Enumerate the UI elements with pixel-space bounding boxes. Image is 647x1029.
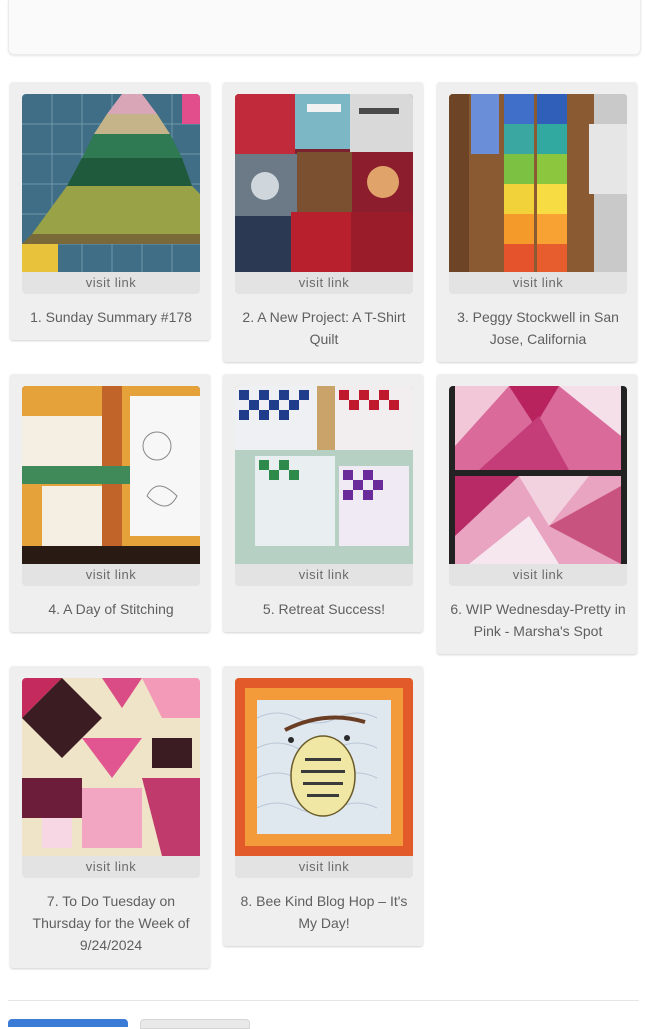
- visit-link[interactable]: visit link: [235, 856, 413, 878]
- thumbnail-image[interactable]: [22, 678, 200, 856]
- link-title[interactable]: 3. Peggy Stockwell in San Jose, Californ…: [445, 306, 631, 350]
- link-title[interactable]: 7. To Do Tuesday on Thursday for the Wee…: [18, 890, 204, 956]
- visit-link[interactable]: visit link: [22, 564, 200, 586]
- thumbnail-image[interactable]: [235, 678, 413, 856]
- secondary-button-stub[interactable]: [140, 1019, 250, 1029]
- link-card: visit link 6. WIP Wednesday-Pretty in Pi…: [437, 374, 637, 654]
- thumbnail-image[interactable]: [449, 386, 627, 564]
- thumbnail-image[interactable]: [235, 386, 413, 564]
- visit-link[interactable]: visit link: [235, 272, 413, 294]
- link-card: visit link 1. Sunday Summary #178: [10, 82, 210, 340]
- thumbnail-image[interactable]: [22, 94, 200, 272]
- thumbnail-image[interactable]: [449, 94, 627, 272]
- visit-link[interactable]: visit link: [449, 272, 627, 294]
- link-card: visit link 5. Retreat Success!: [223, 374, 423, 632]
- divider: [8, 1000, 639, 1001]
- thumbnail-image[interactable]: [22, 386, 200, 564]
- link-title[interactable]: 6. WIP Wednesday-Pretty in Pink - Marsha…: [445, 598, 631, 642]
- link-title[interactable]: 2. A New Project: A T-Shirt Quilt: [231, 306, 417, 350]
- link-card: visit link 4. A Day of Stitching: [10, 374, 210, 632]
- link-title[interactable]: 8. Bee Kind Blog Hop – It's My Day!: [231, 890, 417, 934]
- link-card: visit link 7. To Do Tuesday on Thursday …: [10, 666, 210, 968]
- link-card: visit link 8. Bee Kind Blog Hop – It's M…: [223, 666, 423, 946]
- thumbnail-image[interactable]: [235, 94, 413, 272]
- visit-link[interactable]: visit link: [235, 564, 413, 586]
- link-title[interactable]: 4. A Day of Stitching: [18, 598, 204, 620]
- visit-link[interactable]: visit link: [22, 856, 200, 878]
- top-card: [8, 0, 641, 55]
- link-title[interactable]: 1. Sunday Summary #178: [18, 306, 204, 328]
- link-card: visit link 3. Peggy Stockwell in San Jos…: [437, 82, 637, 362]
- visit-link[interactable]: visit link: [449, 564, 627, 586]
- visit-link[interactable]: visit link: [22, 272, 200, 294]
- link-title[interactable]: 5. Retreat Success!: [231, 598, 417, 620]
- primary-button-stub[interactable]: [8, 1019, 128, 1027]
- link-card: visit link 2. A New Project: A T-Shirt Q…: [223, 82, 423, 362]
